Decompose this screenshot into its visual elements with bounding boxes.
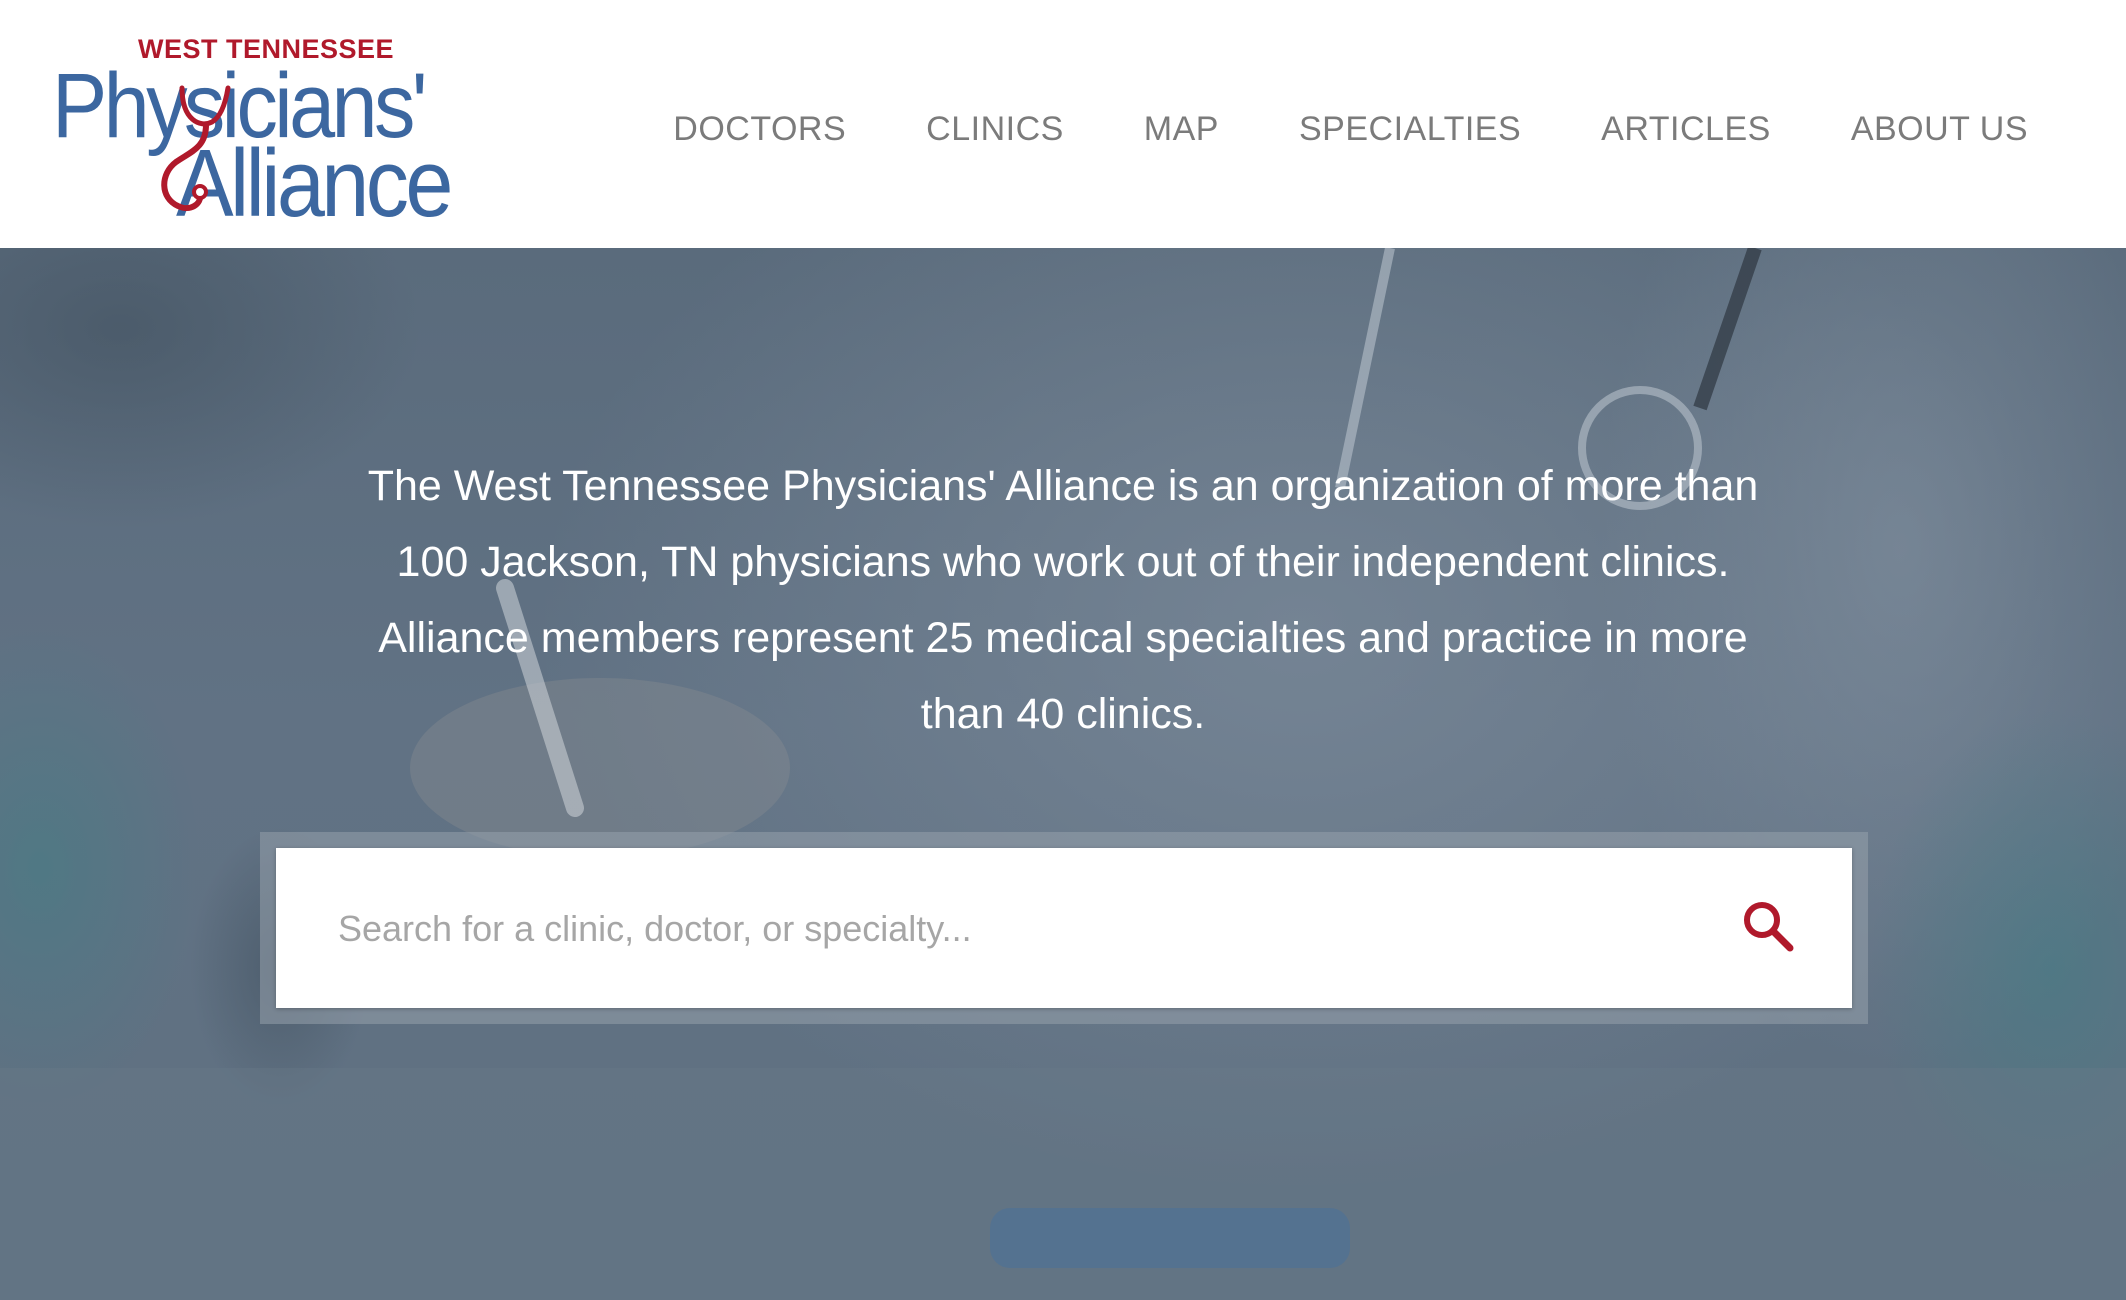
site-header: WEST TENNESSEE Physicians' Alliance DOCT… bbox=[0, 0, 2126, 248]
hero-line-4: than 40 clinics. bbox=[920, 690, 1206, 738]
nav-map[interactable]: MAP bbox=[1144, 110, 1219, 149]
hero-description: The West Tennessee Physicians' Alliance … bbox=[250, 448, 1876, 752]
site-logo[interactable]: WEST TENNESSEE Physicians' Alliance bbox=[52, 30, 502, 232]
hero-line-1: The West Tennessee Physicians' Alliance … bbox=[367, 462, 1759, 510]
search-icon[interactable] bbox=[1740, 898, 1796, 954]
search-box bbox=[276, 848, 1852, 1008]
nav-doctors[interactable]: DOCTORS bbox=[673, 110, 846, 149]
nav-about-us[interactable]: ABOUT US bbox=[1851, 110, 2028, 149]
nav-specialties[interactable]: SPECIALTIES bbox=[1299, 110, 1521, 149]
hero-line-3: Alliance members represent 25 medical sp… bbox=[378, 614, 1748, 662]
nav-clinics[interactable]: CLINICS bbox=[926, 110, 1064, 149]
search-input[interactable] bbox=[336, 888, 1740, 970]
hero-section: The West Tennessee Physicians' Alliance … bbox=[0, 248, 2126, 1300]
stethoscope-icon bbox=[161, 85, 231, 212]
hero-background-image bbox=[0, 248, 2126, 1300]
main-nav: DOCTORS CLINICS MAP SPECIALTIES ARTICLES… bbox=[673, 110, 2028, 149]
search-frame bbox=[260, 832, 1868, 1024]
hero-line-2: 100 Jackson, TN physicians who work out … bbox=[396, 538, 1730, 586]
nav-articles[interactable]: ARTICLES bbox=[1601, 110, 1771, 149]
page: WEST TENNESSEE Physicians' Alliance DOCT… bbox=[0, 0, 2126, 1300]
